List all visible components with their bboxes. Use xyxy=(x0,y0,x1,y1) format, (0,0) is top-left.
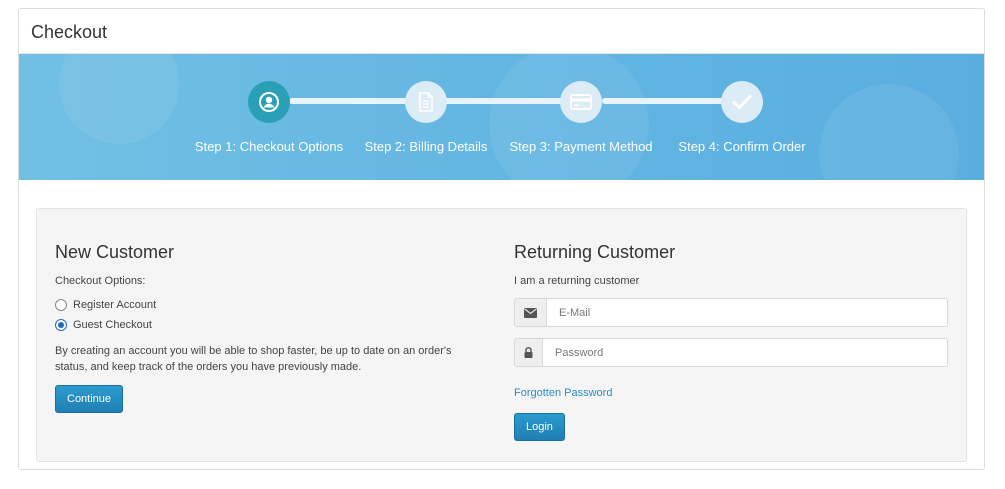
continue-button[interactable]: Continue xyxy=(55,385,124,413)
step-1-circle[interactable] xyxy=(248,81,290,123)
document-icon xyxy=(419,92,433,112)
step-3-label: Step 3: Payment Method xyxy=(509,139,653,154)
guest-checkout-option[interactable]: Guest Checkout xyxy=(55,319,485,331)
check-icon xyxy=(732,94,752,110)
guest-checkout-label: Guest Checkout xyxy=(73,319,152,331)
forgotten-password-link[interactable]: Forgotten Password xyxy=(514,387,612,399)
new-customer-section: New Customer Checkout Options: Register … xyxy=(55,242,485,413)
step-connector xyxy=(289,98,424,104)
login-button[interactable]: Login xyxy=(514,413,565,441)
returning-customer-subtext: I am a returning customer xyxy=(514,275,640,287)
email-field[interactable] xyxy=(546,298,948,327)
register-account-label: Register Account xyxy=(73,299,157,311)
register-account-radio[interactable] xyxy=(55,299,67,311)
step-2-circle[interactable] xyxy=(405,81,447,123)
checkout-options-label: Checkout Options: xyxy=(55,275,146,287)
step-2-label: Step 2: Billing Details xyxy=(364,139,488,154)
envelope-icon xyxy=(514,298,546,327)
page-title: Checkout xyxy=(19,9,984,54)
checkout-steps: Step 1: Checkout Options Step 2: Billing… xyxy=(19,54,984,180)
returning-customer-heading: Returning Customer xyxy=(514,242,676,262)
step-1-label: Step 1: Checkout Options xyxy=(194,139,344,154)
decor-bubble xyxy=(819,84,959,180)
password-field[interactable] xyxy=(542,338,948,367)
register-account-option[interactable]: Register Account xyxy=(55,299,485,311)
new-customer-heading: New Customer xyxy=(55,242,175,262)
returning-customer-section: Returning Customer I am a returning cust… xyxy=(514,242,948,441)
checkout-panel: Checkout Step 1: Checkout Options Step 2… xyxy=(18,8,985,470)
email-input-group xyxy=(514,298,948,327)
decor-bubble xyxy=(59,54,179,144)
lock-icon xyxy=(514,338,542,367)
checkout-options-box: New Customer Checkout Options: Register … xyxy=(36,208,967,462)
user-icon xyxy=(259,92,279,112)
step-4-label: Step 4: Confirm Order xyxy=(678,139,806,154)
step-4-circle[interactable] xyxy=(721,81,763,123)
password-input-group xyxy=(514,338,948,367)
step-3-circle[interactable] xyxy=(560,81,602,123)
account-benefits-text: By creating an account you will be able … xyxy=(55,345,452,373)
credit-card-icon xyxy=(570,94,592,110)
guest-checkout-radio[interactable] xyxy=(55,319,67,331)
